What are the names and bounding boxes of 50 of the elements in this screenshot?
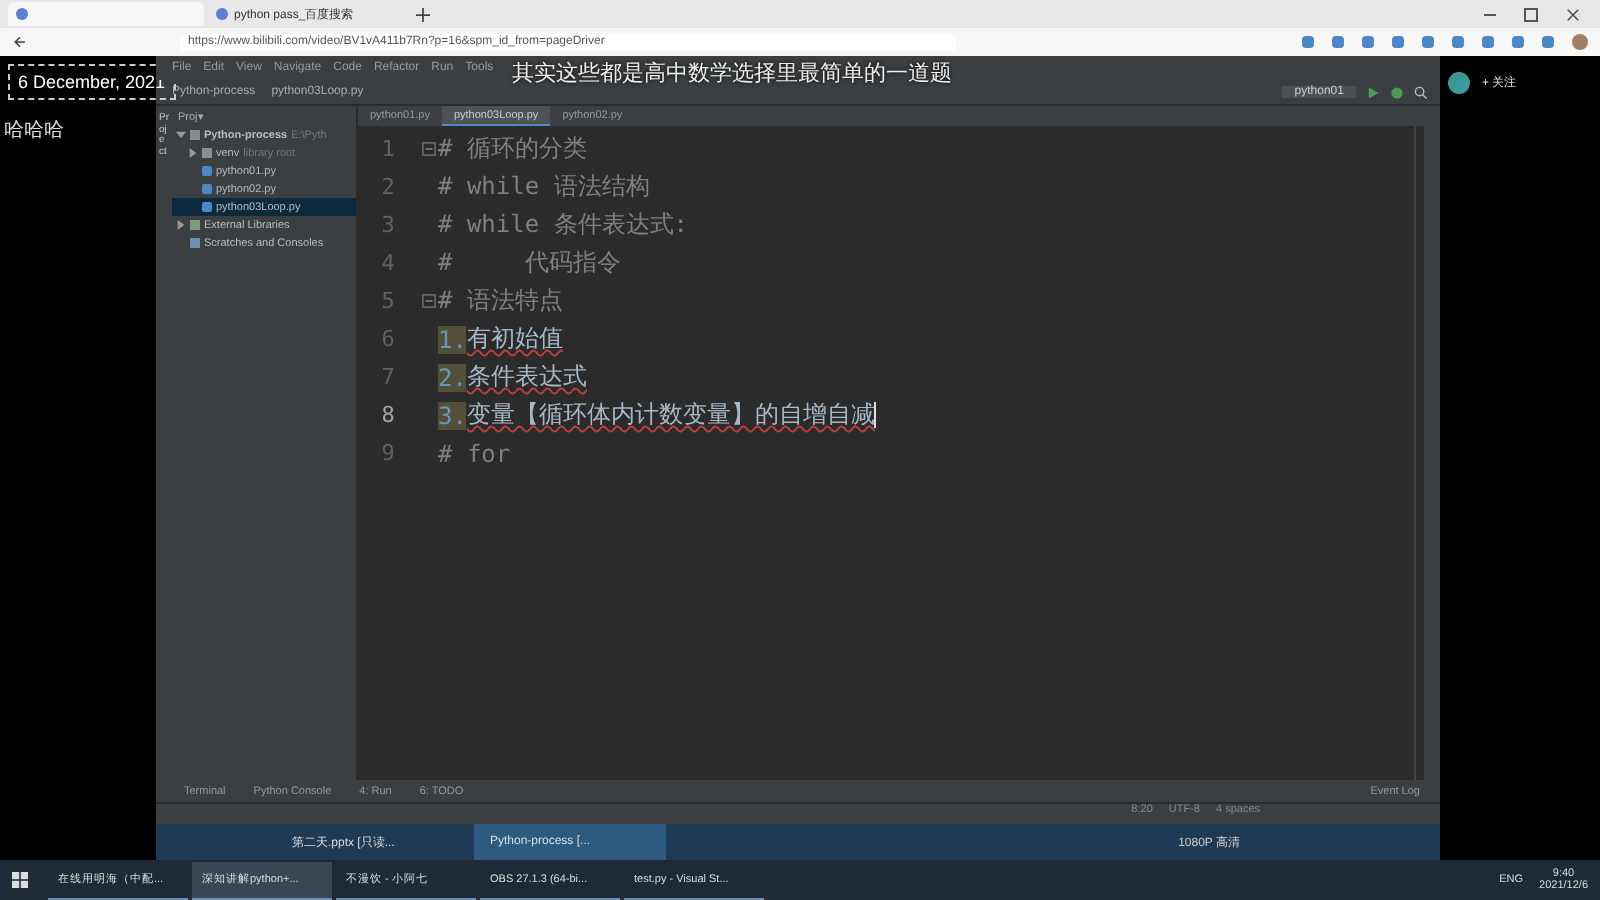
code-comment: # for xyxy=(438,439,511,467)
line-number: 2 xyxy=(379,174,397,200)
extension-icon[interactable] xyxy=(1452,36,1464,48)
avatar[interactable] xyxy=(1448,72,1470,94)
subtitle-text: 其实这些都是高中数学选择里最简单的一道题 xyxy=(512,58,952,88)
profile-avatar[interactable] xyxy=(1572,34,1588,50)
code-comment: # 循环的分类 xyxy=(438,132,587,166)
line-number: 6 xyxy=(379,326,397,352)
line-number: 3 xyxy=(379,212,397,238)
windows-start-icon[interactable] xyxy=(12,872,28,888)
line-number: 7 xyxy=(379,364,397,390)
expand-arrow-icon[interactable] xyxy=(188,148,198,158)
page-icon xyxy=(216,8,228,20)
code-comment: # 语法特点 xyxy=(438,284,563,318)
extension-icon[interactable] xyxy=(1362,36,1374,48)
code-text: 条件表达式 xyxy=(466,360,587,394)
list-number: 2. xyxy=(438,363,467,391)
line-number: 5 xyxy=(379,288,397,314)
minimize-icon[interactable] xyxy=(1484,13,1496,15)
extension-icon[interactable] xyxy=(1302,36,1314,48)
run-icon[interactable] xyxy=(1366,85,1380,99)
list-number: 3. xyxy=(438,401,467,429)
expand-arrow-icon[interactable] xyxy=(176,220,186,230)
extension-icon[interactable] xyxy=(1482,36,1494,48)
back-icon[interactable] xyxy=(12,34,28,50)
close-icon[interactable] xyxy=(1566,7,1580,21)
code-text: 变量【循环体内计数变量】的自增自减 xyxy=(466,398,875,432)
chat-text: 哈哈哈 xyxy=(2,118,66,144)
fold-icon[interactable] xyxy=(421,294,435,308)
line-number: 9 xyxy=(379,440,397,466)
line-number: 4 xyxy=(379,250,397,276)
extension-icon[interactable] xyxy=(1512,36,1524,48)
code-comment: # while 语法结构 xyxy=(438,170,650,204)
code-comment: # 代码指令 xyxy=(438,246,621,280)
maximize-icon[interactable] xyxy=(1524,7,1538,21)
code-comment: # while 条件表达式: xyxy=(438,208,689,242)
extension-icon[interactable] xyxy=(1542,36,1554,48)
search-icon[interactable] xyxy=(1414,85,1428,99)
extension-icon[interactable] xyxy=(1332,36,1344,48)
page-icon xyxy=(16,8,28,20)
fold-icon[interactable] xyxy=(421,142,435,156)
line-number: 8 xyxy=(379,402,397,428)
list-number: 1. xyxy=(438,325,467,353)
expand-arrow-icon[interactable] xyxy=(176,130,186,140)
code-text: 有初始值 xyxy=(466,322,563,356)
extension-icon[interactable] xyxy=(1392,36,1404,48)
line-number: 1 xyxy=(379,136,397,162)
extension-icon[interactable] xyxy=(1422,36,1434,48)
debug-icon[interactable] xyxy=(1390,85,1404,99)
new-tab-icon[interactable] xyxy=(416,7,430,21)
